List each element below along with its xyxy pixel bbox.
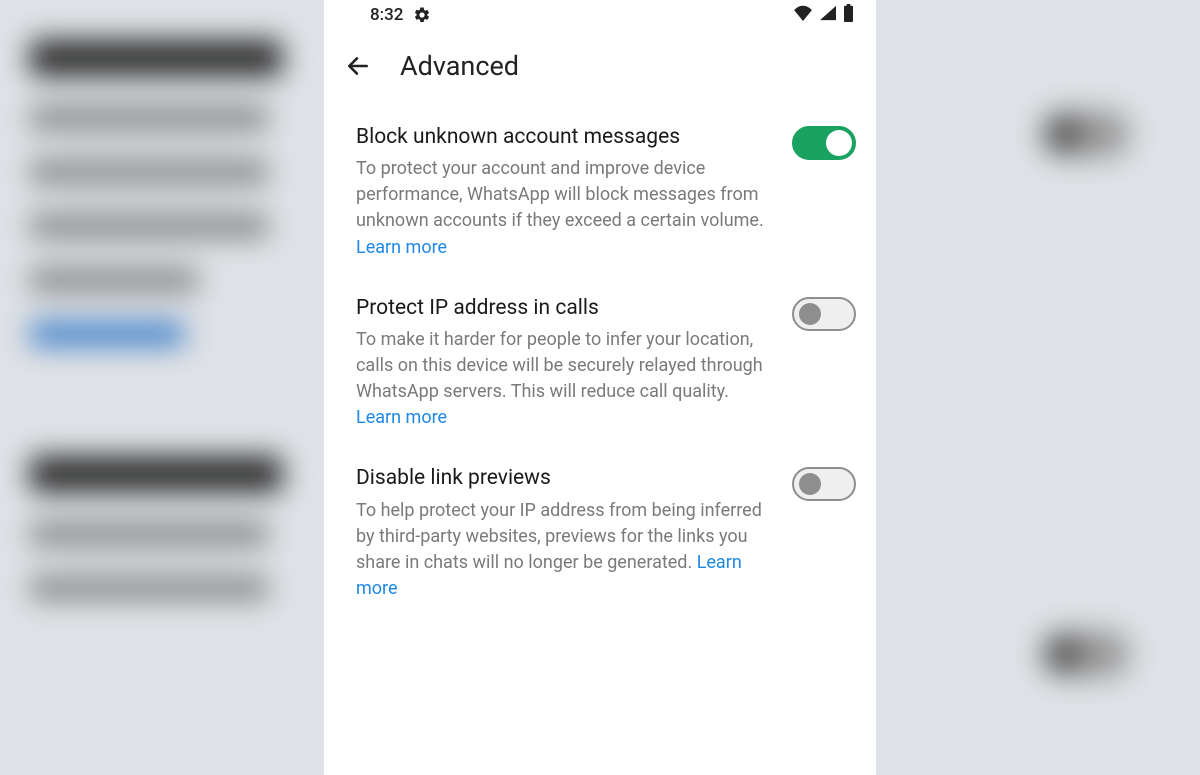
learn-more-link[interactable]: Learn more	[356, 237, 447, 258]
setting-description: To protect your account and improve devi…	[356, 156, 774, 260]
setting-title: Block unknown account messages	[356, 124, 774, 150]
setting-block-unknown[interactable]: Block unknown account messages To protec…	[324, 110, 876, 281]
battery-icon	[843, 4, 854, 27]
setting-protect-ip[interactable]: Protect IP address in calls To make it h…	[324, 281, 876, 452]
gear-icon	[413, 6, 431, 24]
setting-disable-link-previews[interactable]: Disable link previews To help protect yo…	[324, 451, 876, 622]
wifi-icon	[793, 5, 813, 26]
settings-list: Block unknown account messages To protec…	[324, 102, 876, 775]
setting-description: To make it harder for people to infer yo…	[356, 327, 774, 431]
toggle-protect-ip[interactable]	[792, 297, 856, 331]
setting-title: Protect IP address in calls	[356, 295, 774, 321]
setting-title: Disable link previews	[356, 465, 774, 491]
toggle-block-unknown[interactable]	[792, 126, 856, 160]
phone-frame: 8:32 Advanced Block unknown account m	[324, 0, 876, 775]
cellular-icon	[819, 5, 837, 26]
page-title: Advanced	[400, 50, 519, 82]
setting-description: To help protect your IP address from bei…	[356, 498, 774, 602]
status-time: 8:32	[370, 5, 403, 25]
toggle-disable-link-previews[interactable]	[792, 467, 856, 501]
back-button[interactable]	[342, 50, 374, 82]
learn-more-link[interactable]: Learn more	[356, 407, 447, 428]
appbar: Advanced	[324, 30, 876, 102]
status-bar: 8:32	[324, 0, 876, 30]
